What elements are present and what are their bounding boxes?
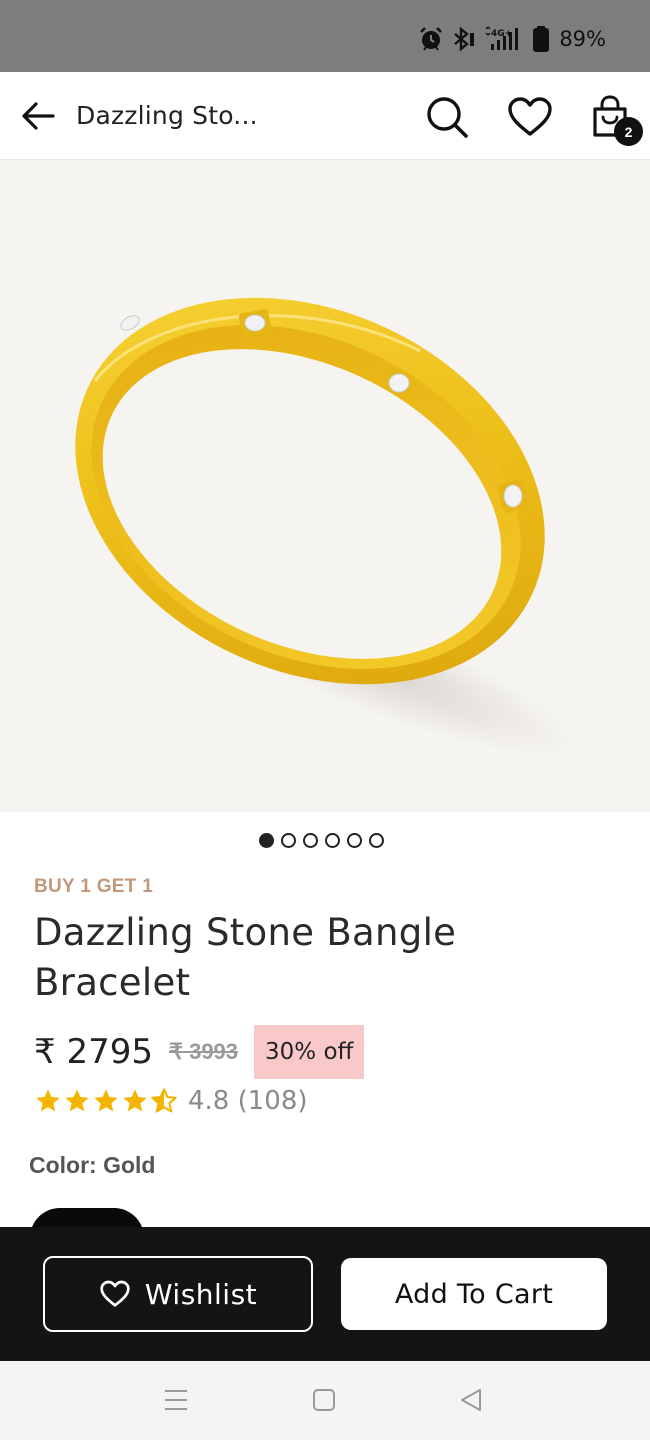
status-bar: 4G+ 89% <box>0 0 650 72</box>
gallery-pagination <box>259 833 384 848</box>
star-icon <box>123 1089 147 1112</box>
star-icon <box>65 1089 89 1112</box>
heart-outline-icon <box>100 1280 130 1307</box>
color-label: Color: Gold <box>29 1152 156 1178</box>
search-button[interactable] <box>424 94 470 140</box>
original-price: ₹ 3993 <box>168 1039 239 1064</box>
rating-text: 4.8 (108) <box>188 1086 308 1116</box>
battery-icon <box>533 26 550 52</box>
add-to-cart-button[interactable]: Add To Cart <box>341 1258 607 1330</box>
wishlist-button[interactable]: Wishlist <box>43 1256 313 1332</box>
gallery-dot-2[interactable] <box>281 833 296 848</box>
heart-icon <box>508 97 552 136</box>
product-image[interactable] <box>0 161 650 812</box>
half-star-icon <box>151 1088 177 1113</box>
rating-row[interactable]: 4.8 (108) <box>34 1086 308 1116</box>
star-icon <box>36 1089 60 1112</box>
status-icons: 4G+ 89% <box>419 26 606 52</box>
battery-percent: 89% <box>559 27 606 51</box>
wishlist-label: Wishlist <box>144 1277 258 1311</box>
price-row: ₹ 2795 ₹ 3993 30% off <box>34 1025 365 1079</box>
home-icon <box>313 1389 335 1411</box>
selling-price: ₹ 2795 <box>34 1032 153 1072</box>
gallery-dot-4[interactable] <box>325 833 340 848</box>
gallery-dot-6[interactable] <box>369 833 384 848</box>
gallery-dot-1[interactable] <box>259 833 274 848</box>
bangle-image <box>75 297 574 757</box>
home-button[interactable] <box>309 1385 339 1415</box>
rating-stars <box>34 1087 178 1115</box>
back-button[interactable] <box>18 96 58 136</box>
signal-icon: 4G+ <box>485 26 519 50</box>
system-back-button[interactable] <box>456 1385 486 1415</box>
recent-apps-button[interactable] <box>161 1385 191 1415</box>
recent-apps-icon <box>165 1390 187 1410</box>
discount-badge: 30% off <box>254 1025 365 1079</box>
cart-count-badge: 2 <box>614 117 643 146</box>
product-title: Dazzling Stone Bangle Bracelet <box>34 911 457 1004</box>
back-arrow-icon <box>22 102 55 130</box>
header-wishlist-button[interactable] <box>507 94 553 140</box>
gallery-dot-5[interactable] <box>347 833 362 848</box>
bluetooth-icon <box>454 26 475 52</box>
back-triangle-icon <box>461 1389 481 1411</box>
app-header: Dazzling Sto... <box>0 72 650 160</box>
star-icon <box>94 1089 118 1112</box>
gallery-dot-3[interactable] <box>303 833 318 848</box>
bottom-action-bar: Wishlist Add To Cart <box>0 1227 650 1361</box>
system-nav-bar <box>0 1361 650 1440</box>
promo-tag: BUY 1 GET 1 <box>34 876 154 897</box>
alarm-icon <box>420 27 443 51</box>
search-icon <box>427 97 468 138</box>
page-title: Dazzling Sto... <box>76 101 258 130</box>
